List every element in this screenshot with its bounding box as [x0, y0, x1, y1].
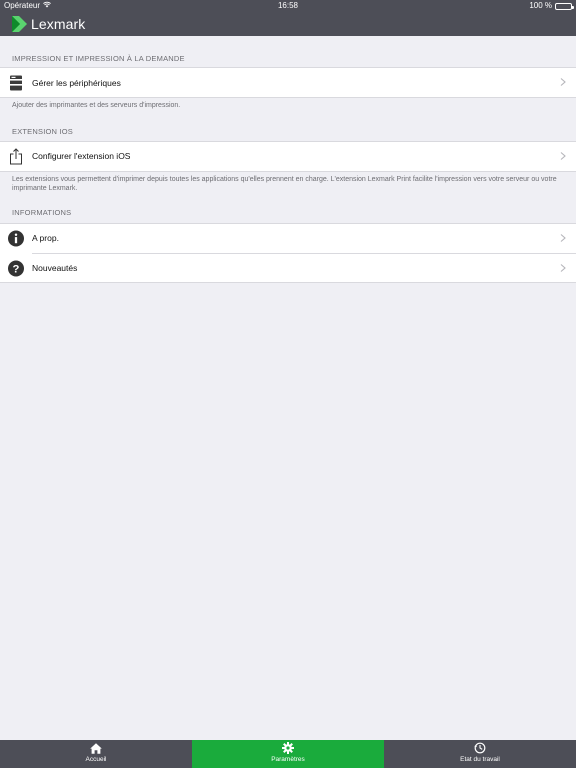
tab-label-settings: Paramètres — [271, 756, 305, 763]
row-label-about: A prop. — [32, 233, 59, 243]
row-manage-devices[interactable]: Gérer les périphériques — [0, 68, 576, 97]
chevron-right-icon — [560, 233, 566, 242]
row-label-whats-new: Nouveautés — [32, 262, 78, 273]
status-time: 16:58 — [277, 1, 299, 10]
section-header-ios-extension: EXTENSION IOS — [12, 126, 73, 136]
app-header: Opérateur 16:58 100 % Lexmark — [0, 0, 576, 36]
row-whats-new[interactable]: ? Nouveautés — [8, 252, 576, 282]
question-icon: ? — [8, 260, 24, 277]
tab-home[interactable]: Accueil — [0, 740, 192, 768]
group-print: Gérer les périphériques — [0, 67, 576, 98]
tab-job-status[interactable]: Etat du travail — [384, 740, 576, 768]
battery-icon — [555, 2, 574, 10]
tab-label-home: Accueil — [85, 756, 107, 763]
tab-bar: Accueil Paramètres Etat du travail — [0, 740, 576, 768]
settings-content: IMPRESSION ET IMPRESSION À LA DEMANDE Gé… — [0, 36, 576, 283]
section-footer-ios-extension: Les extensions vous permettent d'imprime… — [12, 175, 557, 193]
info-icon — [8, 230, 24, 247]
chevron-right-icon — [560, 263, 566, 272]
status-right: 100 % — [529, 0, 574, 12]
section-footer-print: Ajouter des imprimantes et des serveurs … — [12, 102, 181, 109]
row-label-manage-devices: Gérer les périphériques — [32, 77, 121, 88]
group-ios-extension: Configurer l'extension iOS — [0, 140, 576, 172]
brand: Lexmark — [12, 15, 85, 32]
tab-settings[interactable]: Paramètres — [192, 740, 384, 768]
tab-label-job-status: Etat du travail — [460, 756, 500, 763]
section-header-informations: INFORMATIONS — [12, 207, 72, 217]
row-about[interactable]: A prop. — [0, 224, 576, 253]
home-icon — [90, 742, 102, 754]
job-status-icon — [474, 742, 486, 754]
brand-name: Lexmark — [31, 15, 86, 32]
status-bar: Opérateur 16:58 100 % — [0, 0, 576, 12]
lexmark-logo-icon — [12, 15, 27, 32]
row-label-configure-extension: Configurer l'extension iOS — [32, 151, 131, 161]
group-informations: A prop. ? Nouveautés — [0, 222, 576, 283]
section-header-print: IMPRESSION ET IMPRESSION À LA DEMANDE — [12, 54, 185, 63]
gear-icon — [282, 742, 294, 754]
printer-icon — [8, 74, 24, 91]
chevron-right-icon — [560, 151, 566, 160]
share-icon — [8, 147, 24, 165]
battery-label: 100 % — [529, 1, 552, 10]
row-configure-extension[interactable]: Configurer l'extension iOS — [0, 142, 576, 171]
svg-text:?: ? — [13, 263, 20, 275]
chevron-right-icon — [560, 78, 566, 86]
